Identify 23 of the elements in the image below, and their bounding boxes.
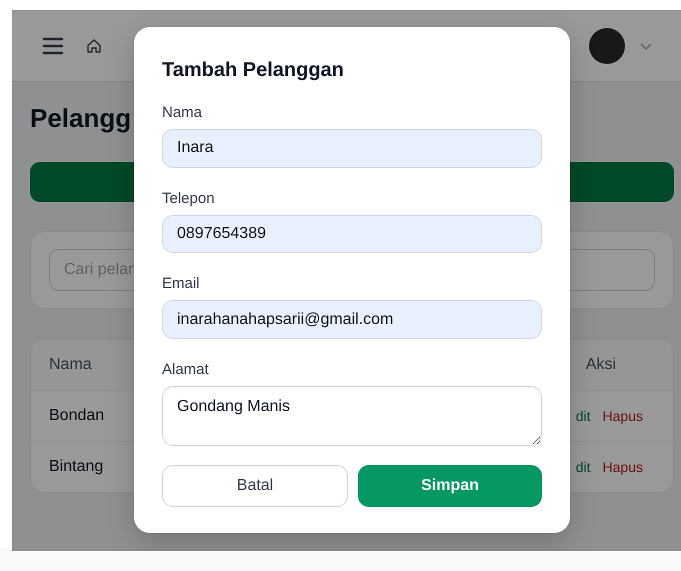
page-title: Pelangg	[30, 102, 132, 134]
field-label: Email	[162, 274, 201, 294]
table-cell: Bintang	[49, 458, 104, 476]
cancel-button[interactable]: Batal	[162, 464, 348, 507]
edit-link[interactable]: dit	[576, 459, 591, 475]
table-cell: Bondan	[49, 407, 104, 425]
menu-icon[interactable]	[42, 36, 64, 54]
delete-link[interactable]: Hapus	[602, 408, 643, 424]
field-label: Telepon	[162, 188, 216, 209]
input-field[interactable]: Inara	[162, 129, 542, 168]
input-field[interactable]: 0897654389	[162, 214, 542, 254]
delete-link[interactable]: Hapus	[602, 459, 643, 475]
edit-link[interactable]: dit	[576, 408, 591, 424]
save-button[interactable]: Simpan	[358, 464, 542, 507]
home-icon[interactable]	[86, 38, 102, 54]
address-field[interactable]: Gondang Manis	[162, 386, 542, 446]
input-field[interactable]: inarahanahapsarii@gmail.com	[162, 300, 542, 340]
avatar-image[interactable]	[589, 28, 625, 64]
field-label: Nama	[162, 103, 204, 123]
field-label: Alamat	[162, 360, 210, 380]
dialog-title: Tambah Pelanggan	[162, 58, 345, 83]
column-header: Aksi	[586, 356, 616, 374]
column-header: Nama	[49, 356, 92, 374]
